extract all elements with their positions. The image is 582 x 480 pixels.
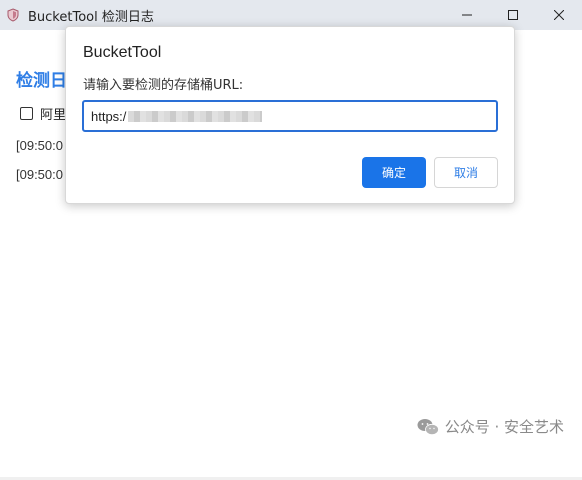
shield-icon [6,8,20,22]
window-title: BucketTool 检测日志 [28,9,154,25]
maximize-icon [508,10,518,20]
wechat-icon [417,418,439,435]
watermark-text: 公众号 · 安全艺术 [444,418,564,436]
close-button[interactable] [536,0,582,30]
page-title: 检测日 [16,71,67,91]
url-input-value: https:/ [91,108,127,124]
aliyun-checkbox-row[interactable]: 阿里 [20,104,66,123]
cancel-button[interactable]: 取消 [434,157,498,188]
dialog-prompt: 请输入要检测的存储桶URL: [83,78,244,93]
aliyun-checkbox-label: 阿里 [40,108,67,123]
redacted-url-part [128,110,263,122]
ok-button[interactable]: 确定 [362,157,426,188]
input-dialog: BucketTool 请输入要检测的存储桶URL: https:/ 确定 取消 [65,26,515,204]
watermark: 公众号 · 安全艺术 [417,416,564,437]
close-icon [554,10,564,20]
url-input[interactable]: https:/ [82,100,498,132]
log-line: [09:50:0 [16,138,63,153]
minimize-icon [462,14,472,16]
aliyun-checkbox[interactable] [20,107,33,120]
log-line: [09:50:0 [16,167,63,182]
dialog-title: BucketTool [83,44,162,61]
